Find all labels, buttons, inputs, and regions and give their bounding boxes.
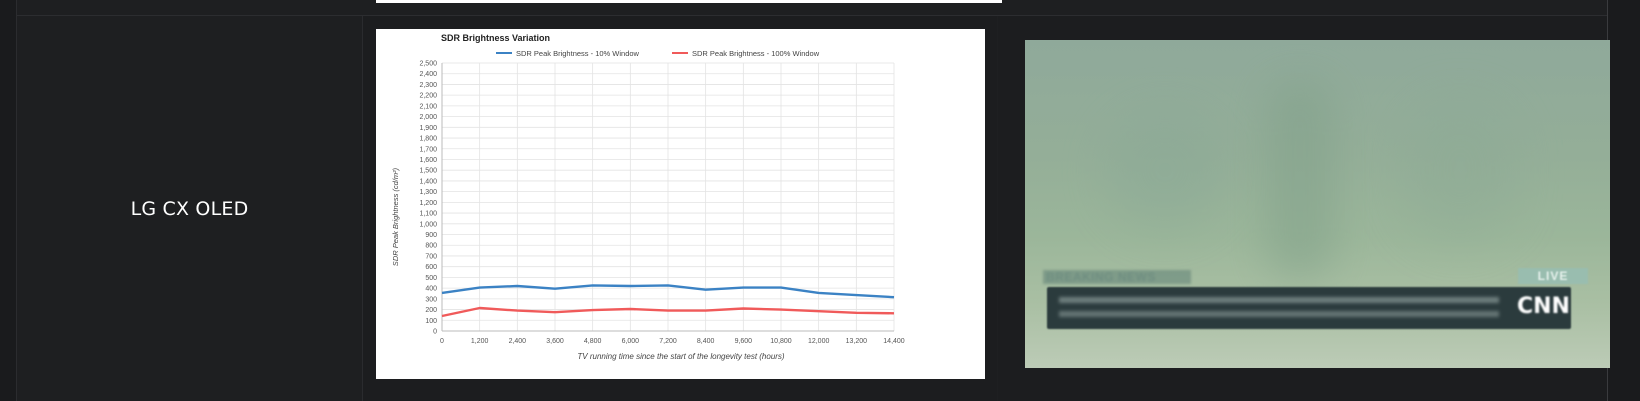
y-tick-label: 2,200: [419, 93, 437, 100]
x-tick-label: 2,400: [509, 338, 527, 345]
x-tick-label: 14,400: [883, 338, 905, 345]
breaking-news-label: BREAKING NEWS: [1043, 270, 1191, 284]
x-tick-label: 3,600: [546, 338, 564, 345]
x-tick-label: 4,800: [584, 338, 602, 345]
x-tick-label: 10,800: [770, 338, 792, 345]
y-tick-label: 2,500: [419, 61, 437, 68]
brightness-chart: 0 100 200 300 400 500 600 700 800 900 1,000 1,100 1,…: [376, 29, 985, 379]
y-tick-label: 300: [425, 296, 437, 303]
x-tick-label: 6,000: [622, 338, 640, 345]
y-tick-label: 2,300: [419, 82, 437, 89]
y-tick-label: 1,700: [419, 146, 437, 153]
cnn-logo: CNN: [1517, 294, 1570, 319]
y-tick-label: 2,400: [419, 71, 437, 78]
photo-blur-shape: [1105, 110, 1225, 230]
news-banner: CNN: [1047, 287, 1571, 329]
x-tick-label: 8,400: [697, 338, 715, 345]
comparison-table: LG CX OLED 0 100 200 300 400 500 600 700 800 900 1…: [16, 0, 1610, 401]
y-tick-label: 1,800: [419, 136, 437, 143]
y-tick-label: 100: [425, 318, 437, 325]
y-tick-label: 1,400: [419, 178, 437, 185]
burn-in-test-photo: BREAKING NEWS LIVE CNN: [1025, 40, 1610, 368]
y-tick-label: 2,000: [419, 114, 437, 121]
y-tick-label: 1,100: [419, 211, 437, 218]
y-tick-label: 900: [425, 232, 437, 239]
banner-text-line: [1059, 297, 1499, 303]
y-tick-label: 400: [425, 286, 437, 293]
y-tick-label: 200: [425, 307, 437, 314]
tv-name-cell: LG CX OLED: [17, 16, 363, 401]
live-badge: LIVE: [1518, 268, 1588, 284]
previous-chart-edge: [376, 0, 1002, 3]
x-tick-label: 9,600: [735, 338, 753, 345]
x-tick-label: 12,000: [808, 338, 830, 345]
y-axis-label: SDR Peak Brightness (cd/m²): [391, 167, 400, 266]
chart-grid: [441, 62, 895, 332]
legend-label-10pct: SDR Peak Brightness - 10% Window: [516, 49, 640, 58]
y-tick-label: 2,100: [419, 103, 437, 110]
x-tick-label: 7,200: [659, 338, 677, 345]
y-tick-label: 1,900: [419, 125, 437, 132]
y-tick-label: 1,500: [419, 168, 437, 175]
chart-title: SDR Brightness Variation: [441, 33, 550, 43]
x-axis-label: TV running time since the start of the l…: [577, 352, 785, 361]
chart-legend: SDR Peak Brightness - 10% Window SDR Pea…: [496, 49, 820, 58]
y-tick-label: 1,200: [419, 200, 437, 207]
y-tick-label: 700: [425, 253, 437, 260]
previous-row-edge: [17, 0, 1607, 16]
tv-name: LG CX OLED: [130, 197, 249, 220]
y-tick-label: 0: [433, 329, 437, 336]
chart-cell: 0 100 200 300 400 500 600 700 800 900 1,000 1,100 1,…: [363, 16, 997, 401]
legend-label-100pct: SDR Peak Brightness - 100% Window: [692, 49, 820, 58]
chart-svg: 0 100 200 300 400 500 600 700 800 900 1,000 1,100 1,…: [391, 33, 905, 361]
photo-cell: BREAKING NEWS LIVE CNN: [998, 16, 1610, 401]
banner-text-line: [1059, 311, 1499, 317]
y-tick-label: 500: [425, 275, 437, 282]
photo-blur-shape: [1405, 100, 1515, 240]
x-tick-label: 0: [440, 338, 444, 345]
photo-blur-shape: [1265, 80, 1335, 280]
y-tick-label: 1,600: [419, 157, 437, 164]
y-tick-label: 800: [425, 243, 437, 250]
y-tick-label: 1,000: [419, 221, 437, 228]
y-tick-label: 1,300: [419, 189, 437, 196]
x-tick-label: 13,200: [846, 338, 868, 345]
y-tick-label: 600: [425, 264, 437, 271]
x-tick-label: 1,200: [471, 338, 489, 345]
